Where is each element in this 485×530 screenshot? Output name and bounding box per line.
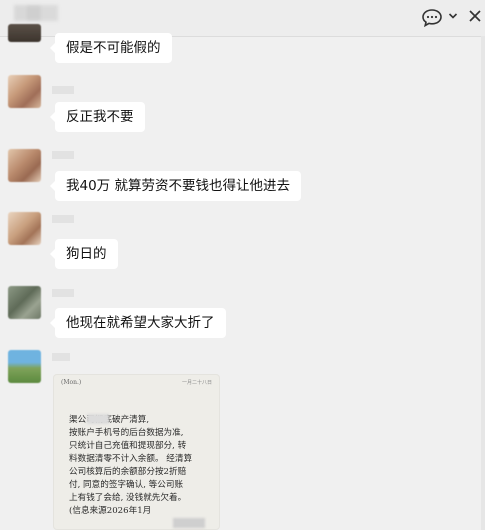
message-bubble[interactable]: 我40万 就算劳资不要钱也得让他进去 — [50, 171, 301, 201]
message-bubble[interactable]: 他现在就希望大家大折了 — [50, 308, 226, 338]
document-line: 上有钱了会给, 没钱就先欠着。 — [69, 493, 187, 503]
chat-bubble-icon[interactable] — [421, 8, 443, 28]
chat-header — [0, 0, 485, 37]
sender-name-redacted — [52, 289, 74, 297]
document-line: 公司核算后的余额部分按2折赔 — [69, 467, 187, 477]
avatar[interactable] — [8, 286, 41, 319]
document-line: 料数据清零不计入余额。 经清算 — [69, 454, 193, 464]
avatar[interactable] — [8, 149, 41, 182]
document-header-right: 一月二十八日 — [181, 380, 212, 386]
message-bubble[interactable]: 假是不可能假的 — [50, 33, 172, 63]
scrollbar[interactable] — [481, 36, 485, 530]
avatar[interactable] — [8, 24, 41, 42]
document-line: 按账户手机号的后台数据为准, — [69, 428, 184, 438]
message-text: 狗日的 — [66, 246, 107, 262]
document-redaction — [173, 518, 205, 528]
chevron-down-icon[interactable] — [448, 11, 458, 21]
close-icon[interactable] — [468, 9, 482, 23]
sender-name-redacted — [52, 215, 74, 223]
message-text: 反正我不要 — [66, 109, 134, 125]
sender-name-redacted — [52, 86, 74, 94]
avatar[interactable] — [8, 350, 41, 383]
document-line: 只统计自己充值和提现部分, 转 — [69, 441, 187, 451]
document-redaction — [87, 414, 109, 424]
document-line: 付, 同意的签字确认, 等公司账 — [69, 480, 184, 490]
avatar[interactable] — [8, 75, 41, 108]
message-text: 他现在就希望大家大折了 — [66, 315, 215, 331]
message-text: 我40万 就算劳资不要钱也得让他进去 — [66, 178, 290, 194]
document-header-left: (Mon.) — [61, 379, 82, 386]
document-text: 渠公司彻底破产清算, 按账户手机号的后台数据为准, 只统计自己充值和提现部分, … — [69, 414, 207, 518]
chat-title-redacted — [14, 5, 58, 21]
avatar[interactable] — [8, 212, 41, 245]
sender-name-redacted — [52, 353, 70, 361]
sender-name-redacted — [52, 151, 74, 159]
image-message-document[interactable]: (Mon.) 一月二十八日 渠公司彻底破产清算, 按账户手机号的后台数据为准, … — [53, 374, 220, 530]
message-text: 假是不可能假的 — [66, 40, 161, 56]
message-bubble[interactable]: 反正我不要 — [50, 102, 145, 132]
message-bubble[interactable]: 狗日的 — [50, 239, 118, 269]
document-line: (信息来源2026年1月 — [69, 506, 152, 516]
